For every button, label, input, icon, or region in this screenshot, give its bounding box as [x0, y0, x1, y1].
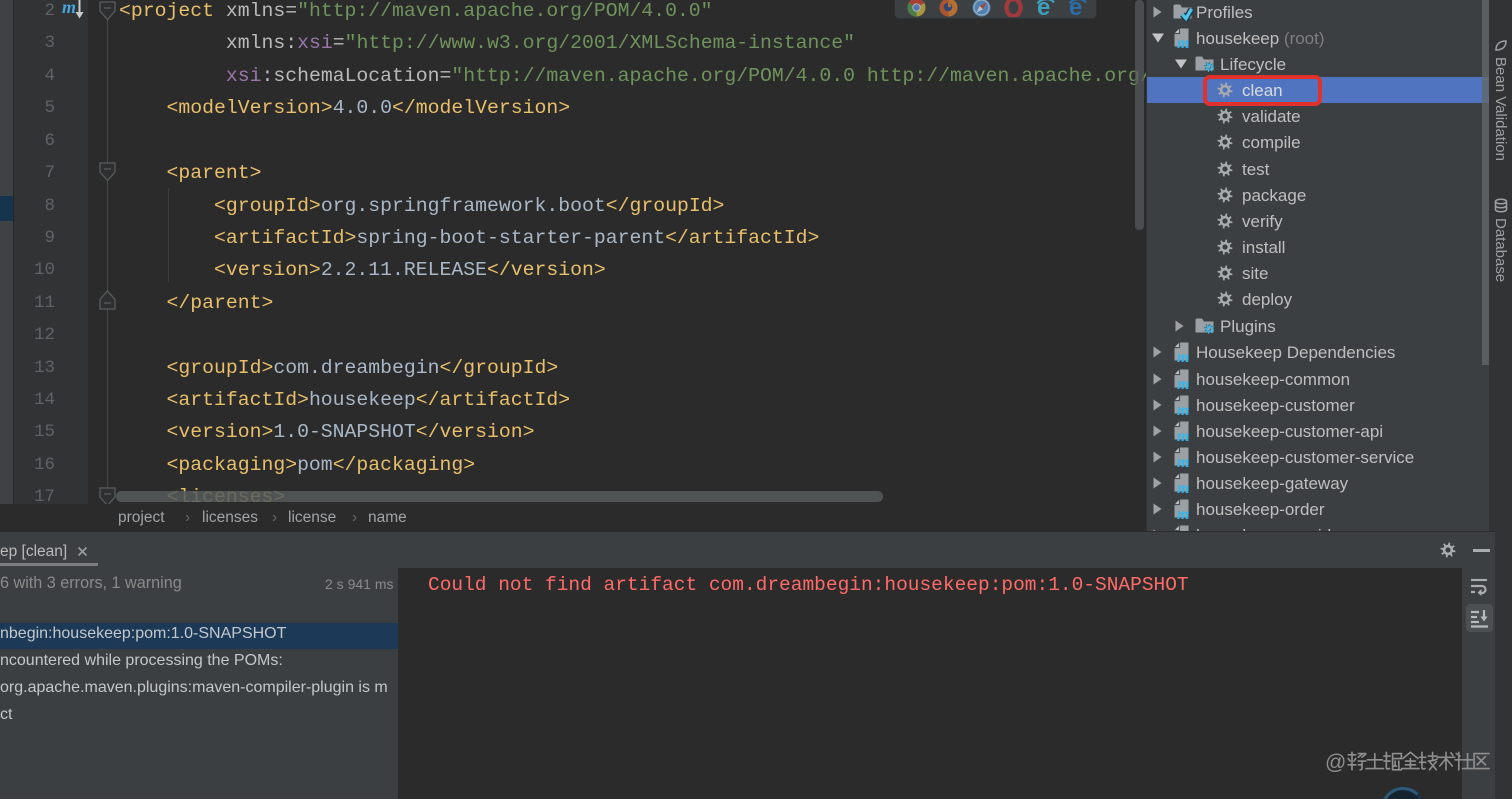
- svg-text:m: m: [1177, 35, 1189, 49]
- svg-text:m: m: [1177, 402, 1189, 416]
- svg-text:m: m: [1177, 428, 1189, 442]
- svg-text:@: @: [1325, 751, 1346, 774]
- svg-text:m: m: [1177, 454, 1189, 468]
- svg-text:m: m: [1177, 480, 1189, 494]
- svg-text:m: m: [1177, 376, 1189, 390]
- svg-text:m: m: [1177, 349, 1189, 363]
- svg-text:m: m: [1177, 506, 1189, 520]
